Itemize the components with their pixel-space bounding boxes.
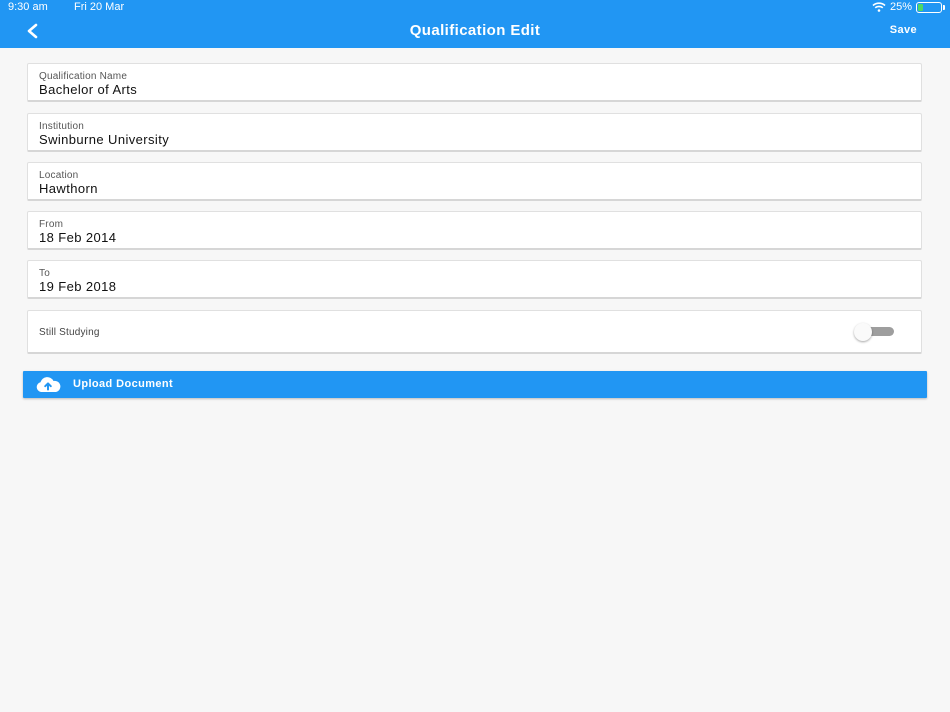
upload-document-button[interactable]: Upload Document	[23, 371, 927, 398]
battery-percentage: 25%	[889, 1, 912, 13]
battery-icon	[916, 1, 945, 13]
institution-field[interactable]: Institution Swinburne University	[27, 113, 922, 152]
status-bar: 9:30 am Fri 20 Mar 25%	[0, 0, 950, 14]
page-title: Qualification Edit	[409, 22, 541, 39]
cloud-upload-icon	[36, 377, 61, 392]
status-indicators: 25%	[872, 1, 945, 13]
field-value: Bachelor of Arts	[39, 82, 138, 97]
toggle-knob	[854, 323, 872, 341]
field-label: From	[39, 219, 64, 230]
to-date-field[interactable]: To 19 Feb 2018	[27, 260, 922, 299]
field-value: 19 Feb 2018	[39, 279, 117, 294]
still-studying-label: Still Studying	[39, 327, 100, 338]
qualification-name-field[interactable]: Qualification Name Bachelor of Arts	[27, 63, 922, 102]
location-field[interactable]: Location Hawthorn	[27, 162, 922, 201]
field-value: 18 Feb 2014	[39, 230, 117, 245]
field-value: Swinburne University	[39, 132, 170, 147]
field-label: Qualification Name	[39, 71, 128, 82]
field-label: To	[39, 268, 50, 279]
save-button[interactable]: Save	[890, 24, 917, 36]
wifi-icon	[872, 2, 886, 12]
field-value: Hawthorn	[39, 181, 98, 196]
still-studying-row: Still Studying	[27, 310, 922, 354]
status-date: Fri 20 Mar	[74, 1, 125, 13]
status-time: 9:30 am	[8, 1, 48, 13]
navigation-bar: 9:30 am Fri 20 Mar 25% Qualification Edi…	[0, 0, 950, 48]
upload-document-label: Upload Document	[73, 378, 174, 390]
field-label: Institution	[39, 121, 85, 132]
still-studying-toggle[interactable]	[854, 323, 896, 341]
field-label: Location	[39, 170, 79, 181]
battery-level	[918, 3, 923, 11]
from-date-field[interactable]: From 18 Feb 2014	[27, 211, 922, 250]
